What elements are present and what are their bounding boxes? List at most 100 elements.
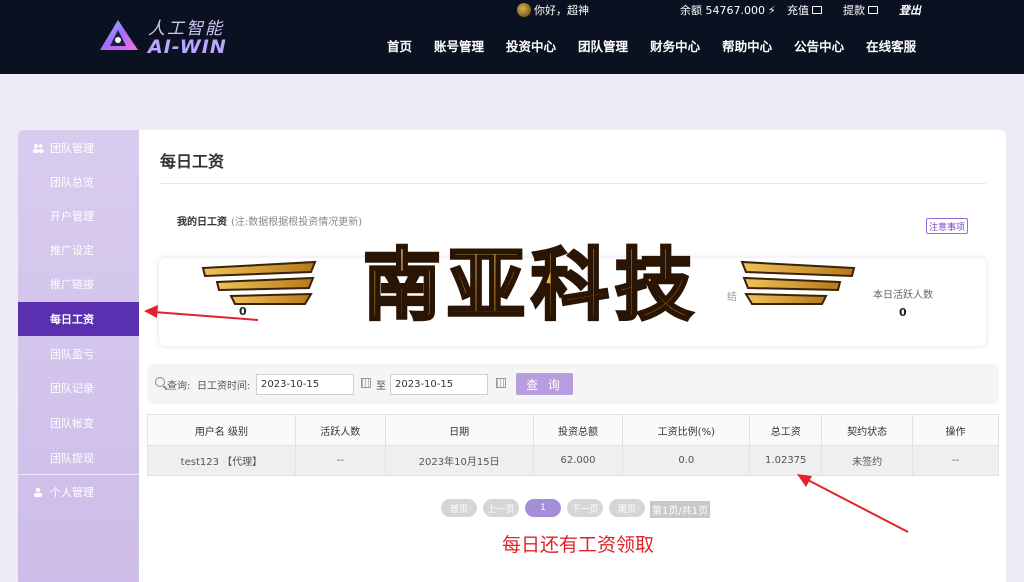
sidebar-item-label: 团队帐变 xyxy=(50,417,94,430)
pager-prev-button[interactable]: 上一页 xyxy=(483,499,519,517)
search-icon xyxy=(155,377,165,387)
sidebar: 团队管理 团队总览 开户管理 推广设定 推广链接 每日工资 团队盈亏 团队记录 … xyxy=(18,130,139,582)
sidebar-group-personal[interactable]: 个人管理 xyxy=(18,476,139,508)
sidebar-item-label: 开户管理 xyxy=(50,210,94,223)
stat-active-users-label: 本日活跃人数 xyxy=(873,290,933,301)
stat-active-users-value: 0 xyxy=(899,306,907,319)
sidebar-divider xyxy=(18,474,139,475)
date-from-input[interactable] xyxy=(256,374,354,395)
pager-info: 第1页/共1页 xyxy=(650,501,711,518)
sidebar-item-label: 推广链接 xyxy=(50,278,94,291)
nav-invest[interactable]: 投资中心 xyxy=(506,36,556,55)
calendar-icon[interactable] xyxy=(361,378,371,388)
logout-link[interactable]: 登出 xyxy=(899,2,921,18)
watermark-text: 南亚科技 xyxy=(363,241,699,330)
pager-next-button[interactable]: 下一页 xyxy=(567,499,603,517)
cell-date: 2023年10月15日 xyxy=(384,445,534,476)
sidebar-item-daily-salary[interactable]: 每日工资 xyxy=(18,302,139,336)
nav-home[interactable]: 首页 xyxy=(387,36,412,55)
salary-time-label: 日工资时间: xyxy=(197,381,251,392)
query-button[interactable]: 查 询 xyxy=(516,373,573,395)
logo-en-text: AI-WIN xyxy=(148,36,227,58)
cell-contract-status: 未签约 xyxy=(821,445,914,476)
sidebar-group-team-label: 团队管理 xyxy=(50,142,94,155)
table-row: test123 【代理】 -- 2023年10月15日 62.000 0.0 1… xyxy=(147,445,999,476)
col-header-contract-status: 契约状态 xyxy=(821,414,914,446)
wallet-icon xyxy=(868,6,878,14)
sidebar-item-team-withdraw[interactable]: 团队提现 xyxy=(18,441,139,475)
person-icon xyxy=(34,487,42,497)
query-label: 查询: xyxy=(167,381,191,392)
card-icon xyxy=(812,6,822,14)
cell-investment: 62.000 xyxy=(532,445,624,476)
col-header-total-salary: 总工资 xyxy=(749,414,823,446)
cell-username: test123 【代理】 xyxy=(147,445,296,476)
main-nav: 首页 账号管理 投资中心 团队管理 财务中心 帮助中心 公告中心 在线客服 xyxy=(387,36,938,55)
sidebar-item-label: 团队提现 xyxy=(50,452,94,465)
col-header-salary-ratio: 工资比例(%) xyxy=(622,414,751,446)
sidebar-item-team-pnl[interactable]: 团队盈亏 xyxy=(18,337,139,371)
sidebar-item-team-overview[interactable]: 团队总览 xyxy=(18,165,139,199)
table-header-row: 用户名 级别 活跃人数 日期 投资总额 工资比例(%) 总工资 契约状态 操作 xyxy=(147,414,999,446)
pager-current-page[interactable]: 1 xyxy=(525,499,561,517)
pager-last-button[interactable]: 尾页 xyxy=(609,499,645,517)
recharge-link[interactable]: 充值 xyxy=(787,2,822,18)
watermark-logo: 南亚科技 xyxy=(201,240,856,330)
sidebar-item-label: 推广设定 xyxy=(50,244,94,257)
team-icon xyxy=(33,144,44,153)
balance-text: 余额 54767.000 xyxy=(680,4,765,17)
notice-button[interactable]: 注意事项 xyxy=(926,218,968,234)
calendar-icon[interactable] xyxy=(496,378,506,388)
date-range-separator: 至 xyxy=(376,381,386,392)
sidebar-group-team[interactable]: 团队管理 xyxy=(18,132,139,164)
date-to-input[interactable] xyxy=(390,374,488,395)
query-bar: 查询: 日工资时间: 至 查 询 xyxy=(147,364,999,404)
cell-active-users: -- xyxy=(294,445,386,476)
sidebar-item-label: 团队总览 xyxy=(50,176,94,189)
cell-salary-ratio: 0.0 xyxy=(622,445,751,476)
col-header-username: 用户名 级别 xyxy=(147,414,296,446)
withdraw-link[interactable]: 提款 xyxy=(843,2,878,18)
logo-mark-icon xyxy=(100,20,138,50)
refresh-icon[interactable]: ⚡ xyxy=(768,4,776,17)
recharge-text: 充值 xyxy=(787,4,809,17)
nav-notice[interactable]: 公告中心 xyxy=(794,36,844,55)
user-avatar-icon xyxy=(517,3,531,17)
sidebar-item-team-changes[interactable]: 团队帐变 xyxy=(18,406,139,440)
pager-first-button[interactable]: 首页 xyxy=(441,499,477,517)
cell-total-salary: 1.02375 xyxy=(749,445,823,476)
salary-label: 我的日工资 (注:数据根据根投资情况更新) xyxy=(177,213,362,228)
salary-table: 用户名 级别 活跃人数 日期 投资总额 工资比例(%) 总工资 契约状态 操作 … xyxy=(147,414,999,476)
col-header-active-users: 活跃人数 xyxy=(294,414,386,446)
sidebar-item-label: 团队记录 xyxy=(50,382,94,395)
annotation-text: 每日还有工资领取 xyxy=(502,534,655,556)
user-greeting[interactable]: 你好，超神 xyxy=(517,2,589,18)
col-header-investment: 投资总额 xyxy=(532,414,624,446)
nav-help[interactable]: 帮助中心 xyxy=(722,36,772,55)
nav-support[interactable]: 在线客服 xyxy=(866,36,916,55)
nav-account[interactable]: 账号管理 xyxy=(434,36,484,55)
sidebar-item-team-records[interactable]: 团队记录 xyxy=(18,371,139,405)
top-header: 人工智能 AI-WIN 你好，超神 余额 54767.000 ⚡ 充值 提款 登… xyxy=(0,0,1024,74)
site-logo[interactable]: 人工智能 AI-WIN xyxy=(96,12,236,62)
cell-actions: -- xyxy=(912,445,999,476)
salary-label-text: 我的日工资 xyxy=(177,217,227,228)
sidebar-item-label: 团队盈亏 xyxy=(50,348,94,361)
nav-team[interactable]: 团队管理 xyxy=(578,36,628,55)
salary-note: (注:数据根据根投资情况更新) xyxy=(231,217,363,228)
logout-text: 登出 xyxy=(899,4,921,17)
sidebar-item-label: 每日工资 xyxy=(50,313,94,326)
left-wing-icon xyxy=(201,260,317,305)
right-wing-icon xyxy=(740,260,856,305)
greeting-text: 你好，超神 xyxy=(534,4,589,17)
balance-display: 余额 54767.000 ⚡ xyxy=(680,2,776,18)
sidebar-item-account-opening[interactable]: 开户管理 xyxy=(18,199,139,233)
sidebar-item-promo-settings[interactable]: 推广设定 xyxy=(18,233,139,267)
sidebar-group-personal-label: 个人管理 xyxy=(50,486,94,499)
sidebar-item-promo-link[interactable]: 推广链接 xyxy=(18,267,139,301)
col-header-actions: 操作 xyxy=(912,414,999,446)
col-header-date: 日期 xyxy=(384,414,534,446)
title-divider xyxy=(160,183,986,184)
nav-finance[interactable]: 财务中心 xyxy=(650,36,700,55)
page-title: 每日工资 xyxy=(160,152,225,171)
